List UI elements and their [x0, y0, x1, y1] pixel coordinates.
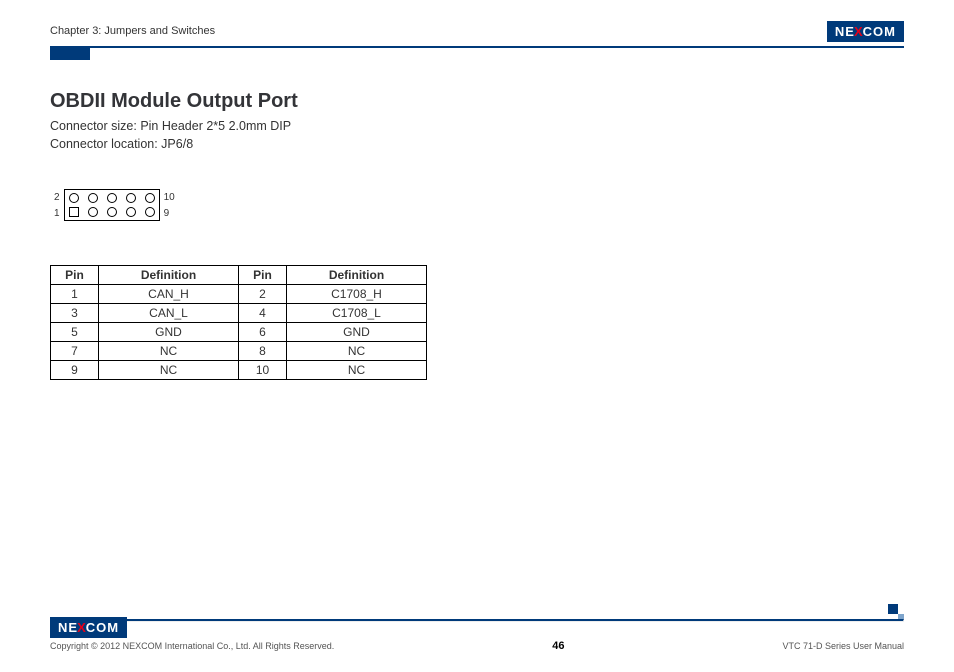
cell-pin: 5: [51, 323, 99, 342]
main-content: OBDII Module Output Port Connector size:…: [50, 90, 904, 380]
pin-icon: [126, 207, 136, 217]
cell-def: NC: [99, 361, 239, 380]
connector-box: [64, 189, 160, 221]
cell-pin: 9: [51, 361, 99, 380]
pin-icon: [126, 193, 136, 203]
pin-icon: [69, 193, 79, 203]
header-separator: [50, 46, 904, 48]
pin-icon: [88, 193, 98, 203]
cell-pin: 1: [51, 285, 99, 304]
cell-def: C1708_L: [287, 304, 427, 323]
cell-def: NC: [99, 342, 239, 361]
manual-name: VTC 71-D Series User Manual: [782, 641, 904, 651]
diagram-label-left-top: 2: [54, 192, 60, 203]
pin-icon: [107, 193, 117, 203]
connector-diagram: 2 1 10: [50, 189, 904, 221]
th-definition: Definition: [287, 266, 427, 285]
square-icon: [888, 604, 898, 614]
logo-part-right: COM: [863, 24, 896, 39]
table-row: 9 NC 10 NC: [51, 361, 427, 380]
connector-location-line: Connector location: JP6/8: [50, 135, 904, 153]
nexcom-logo-top: NEXCOM: [827, 21, 904, 42]
chapter-label: Chapter 3: Jumpers and Switches: [50, 25, 215, 37]
pin-icon: [107, 207, 117, 217]
pin-row-top: [69, 193, 155, 203]
cell-pin: 3: [51, 304, 99, 323]
pin-icon: [145, 207, 155, 217]
connector-size-line: Connector size: Pin Header 2*5 2.0mm DIP: [50, 117, 904, 135]
copyright-text: Copyright © 2012 NEXCOM International Co…: [50, 641, 334, 651]
header-row: Chapter 3: Jumpers and Switches NEXCOM: [50, 20, 904, 42]
cell-pin: 7: [51, 342, 99, 361]
table-row: 5 GND 6 GND: [51, 323, 427, 342]
pin-definition-table: Pin Definition Pin Definition 1 CAN_H 2 …: [50, 265, 427, 380]
cell-def: NC: [287, 342, 427, 361]
cell-def: GND: [99, 323, 239, 342]
diagram-right-labels: 10 9: [160, 191, 179, 220]
diagram-label-right-top: 10: [164, 192, 175, 203]
table-row: 7 NC 8 NC: [51, 342, 427, 361]
logo-part-left: NE: [58, 620, 78, 635]
diagram-label-right-bottom: 9: [164, 208, 175, 219]
footer-separator: [50, 619, 904, 622]
th-pin: Pin: [239, 266, 287, 285]
diagram-left-labels: 2 1: [50, 191, 64, 220]
page-number: 46: [552, 640, 564, 652]
cell-def: C1708_H: [287, 285, 427, 304]
footer-accent-squares: [888, 604, 904, 620]
diagram-label-left-bottom: 1: [54, 208, 60, 219]
footer-logo-wrap: NEXCOM: [50, 617, 127, 638]
logo-part-left: NE: [835, 24, 855, 39]
nexcom-logo-bottom: NEXCOM: [50, 617, 127, 638]
cell-pin: 2: [239, 285, 287, 304]
cell-def: CAN_H: [99, 285, 239, 304]
cell-def: CAN_L: [99, 304, 239, 323]
th-definition: Definition: [99, 266, 239, 285]
table-row: 1 CAN_H 2 C1708_H: [51, 285, 427, 304]
table-header-row: Pin Definition Pin Definition: [51, 266, 427, 285]
header-accent-block: [50, 48, 90, 60]
logo-part-right: COM: [86, 620, 119, 635]
cell-pin: 8: [239, 342, 287, 361]
pin-icon: [145, 193, 155, 203]
table-body: 1 CAN_H 2 C1708_H 3 CAN_L 4 C1708_L 5 GN…: [51, 285, 427, 380]
cell-def: NC: [287, 361, 427, 380]
pin1-square-icon: [69, 207, 79, 217]
footer-bottom-row: Copyright © 2012 NEXCOM International Co…: [50, 640, 904, 652]
page-container: Chapter 3: Jumpers and Switches NEXCOM O…: [0, 0, 954, 672]
cell-pin: 4: [239, 304, 287, 323]
cell-pin: 6: [239, 323, 287, 342]
th-pin: Pin: [51, 266, 99, 285]
pin-icon: [88, 207, 98, 217]
cell-pin: 10: [239, 361, 287, 380]
pin-row-bottom: [69, 207, 155, 217]
section-title: OBDII Module Output Port: [50, 90, 904, 113]
table-row: 3 CAN_L 4 C1708_L: [51, 304, 427, 323]
cell-def: GND: [287, 323, 427, 342]
